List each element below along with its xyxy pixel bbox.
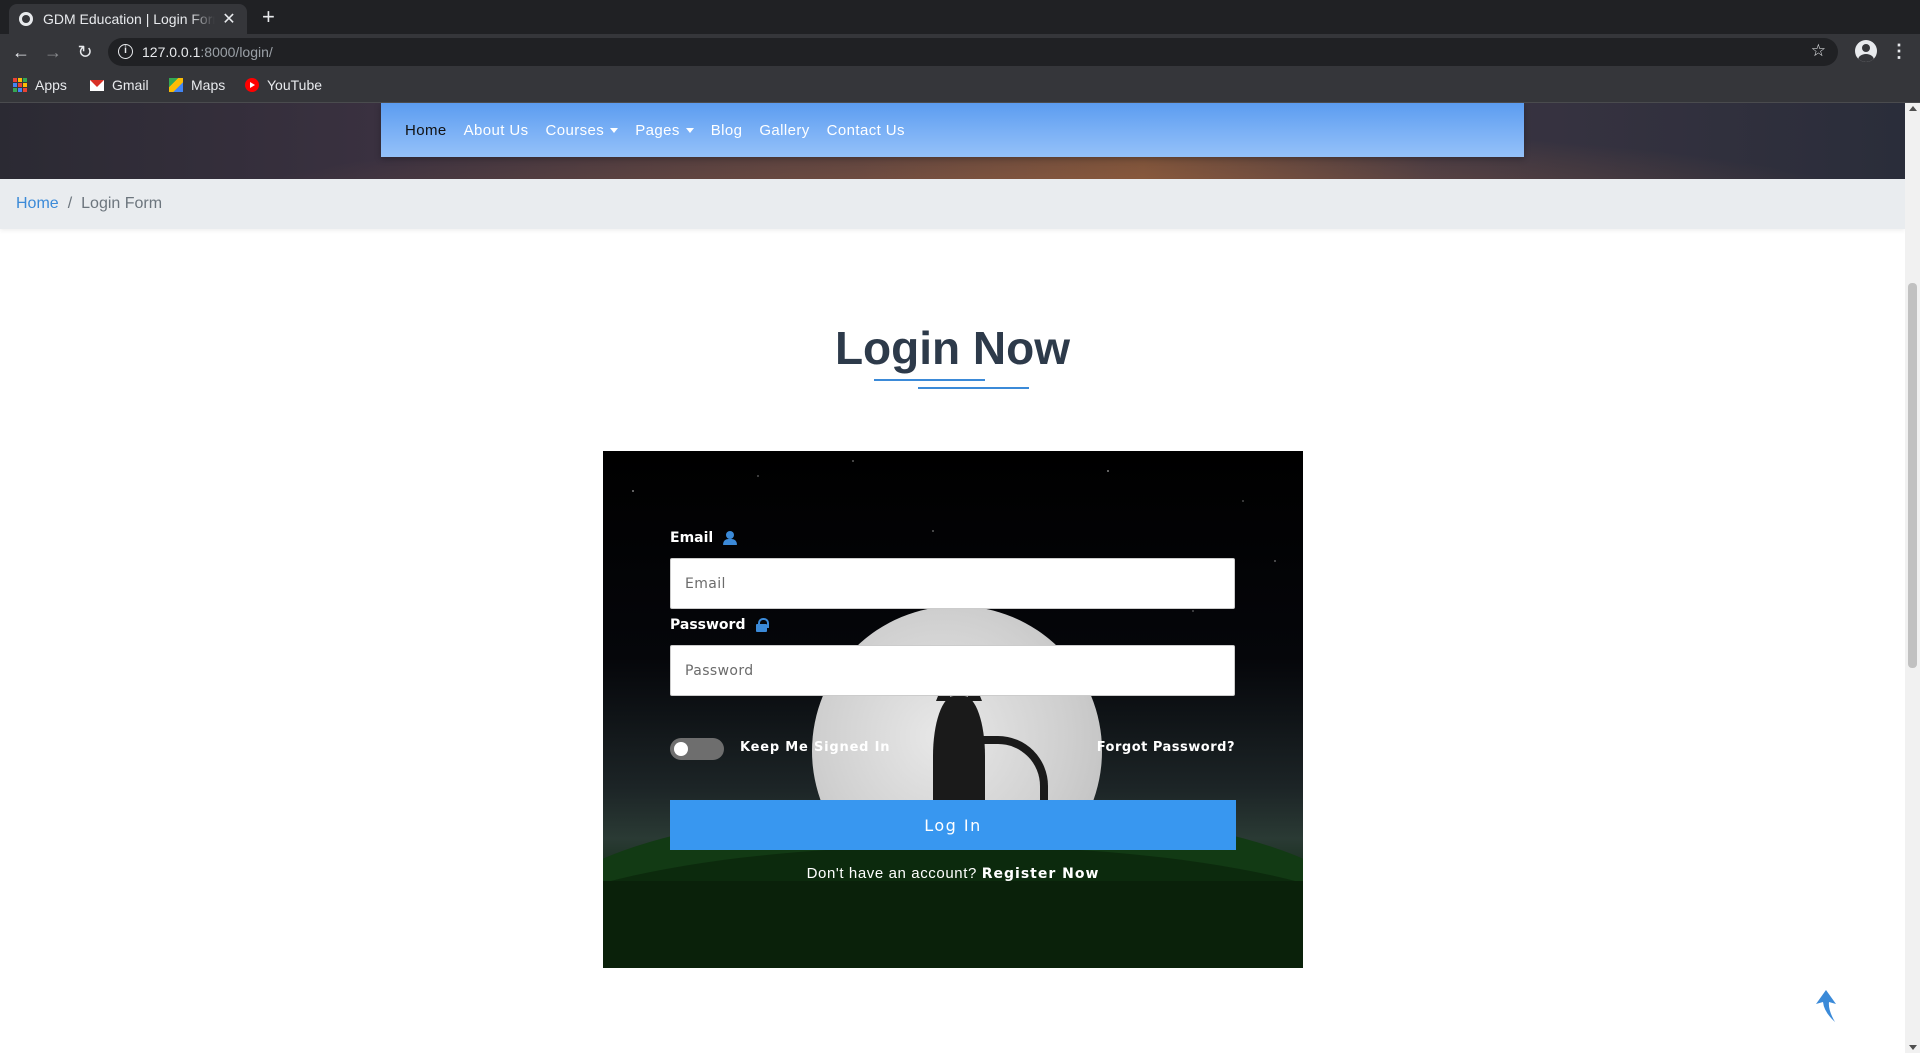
url-text: 127.0.0.1:8000/login/ [142,44,273,60]
browser-tab[interactable]: GDM Education | Login Form ✕ [9,4,247,34]
site-info-icon[interactable]: i [118,44,133,59]
new-tab-button[interactable]: + [262,5,275,29]
forward-icon[interactable]: → [41,40,65,64]
apps-grid-icon [13,78,27,92]
forgot-password-link[interactable]: Forgot Password? [1097,740,1235,755]
user-icon [723,531,738,545]
bookmark-youtube[interactable]: YouTube [245,77,322,93]
password-label-text: Password [670,617,746,633]
email-label: Email [670,530,738,546]
page-title: Login Now [0,321,1905,375]
maps-icon [169,78,183,92]
scroll-down-arrow-icon[interactable] [1909,1045,1917,1050]
caret-down-icon [610,127,619,133]
url-path: :8000/login/ [200,44,273,60]
hill-illustration [603,881,1303,968]
browser-tab-strip: GDM Education | Login Form ✕ + [0,0,1920,34]
password-label: Password [670,617,770,633]
breadcrumb: Home / Login Form [0,179,1905,229]
bookmark-label: Gmail [112,77,149,93]
gmail-icon [90,79,104,91]
close-tab-icon[interactable]: ✕ [221,9,237,29]
back-icon[interactable]: ← [9,40,33,64]
youtube-icon [245,78,259,92]
page-viewport: Home About Us Courses Pages Blog Gallery… [0,103,1905,1053]
breadcrumb-current: Login Form [81,195,163,212]
password-field[interactable] [670,645,1235,696]
globe-icon [19,12,33,26]
breadcrumb-home-link[interactable]: Home [16,195,59,213]
nav-label: Courses [545,121,605,139]
nav-home[interactable]: Home [405,122,447,139]
keep-signed-in-toggle[interactable] [670,738,724,760]
address-bar[interactable]: i 127.0.0.1:8000/login/ ☆ [108,38,1838,66]
bookmark-apps[interactable]: Apps [13,77,67,93]
title-underline [874,379,985,381]
register-prompt: Don't have an account? Register Now [603,865,1303,882]
arrow-up-icon[interactable] [1813,988,1839,1024]
nav-contact-us[interactable]: Contact Us [827,122,905,139]
main-navbar: Home About Us Courses Pages Blog Gallery… [381,103,1524,157]
register-now-link[interactable]: Register Now [982,866,1100,882]
nav-blog[interactable]: Blog [711,122,743,139]
scroll-up-arrow-icon[interactable] [1909,106,1917,111]
breadcrumb-separator: / [67,195,73,212]
page-title-bold: Now [972,322,1071,374]
caret-down-icon [685,127,694,133]
profile-avatar-icon[interactable] [1855,40,1877,62]
nav-gallery[interactable]: Gallery [759,122,809,139]
nav-courses-dropdown[interactable]: Courses [546,122,619,139]
bookmarks-bar: Apps Gmail Maps YouTube [0,70,1920,103]
title-underline [918,387,1029,389]
browser-menu-icon[interactable]: ⋮ [1890,40,1908,62]
bookmark-label: Maps [191,77,226,93]
lock-icon [755,618,770,632]
page-scrollbar[interactable] [1905,103,1920,1053]
bookmark-gmail[interactable]: Gmail [90,77,149,93]
nav-pages-dropdown[interactable]: Pages [635,122,694,139]
tab-title: GDM Education | Login Form [43,11,215,27]
bookmark-label: YouTube [267,77,323,93]
page-title-light: Login [834,322,961,374]
nav-about-us[interactable]: About Us [464,122,529,139]
bookmark-label: Apps [35,77,67,93]
login-card: Email Password Keep Me Signed In Forgot … [603,451,1303,968]
browser-toolbar: ← → ↻ i 127.0.0.1:8000/login/ ☆ ⋮ [0,34,1920,70]
bookmark-star-icon[interactable]: ☆ [1811,41,1826,61]
email-field[interactable] [670,558,1235,609]
reload-icon[interactable]: ↻ [73,40,97,64]
login-button[interactable]: Log In [670,800,1236,850]
email-label-text: Email [670,530,714,546]
scrollbar-thumb[interactable] [1908,283,1917,668]
nav-label: Pages [635,121,680,139]
url-host: 127.0.0.1 [142,44,201,60]
no-account-text: Don't have an account? [806,865,977,882]
bookmark-maps[interactable]: Maps [169,77,225,93]
keep-signed-in-label[interactable]: Keep Me Signed In [740,740,890,755]
